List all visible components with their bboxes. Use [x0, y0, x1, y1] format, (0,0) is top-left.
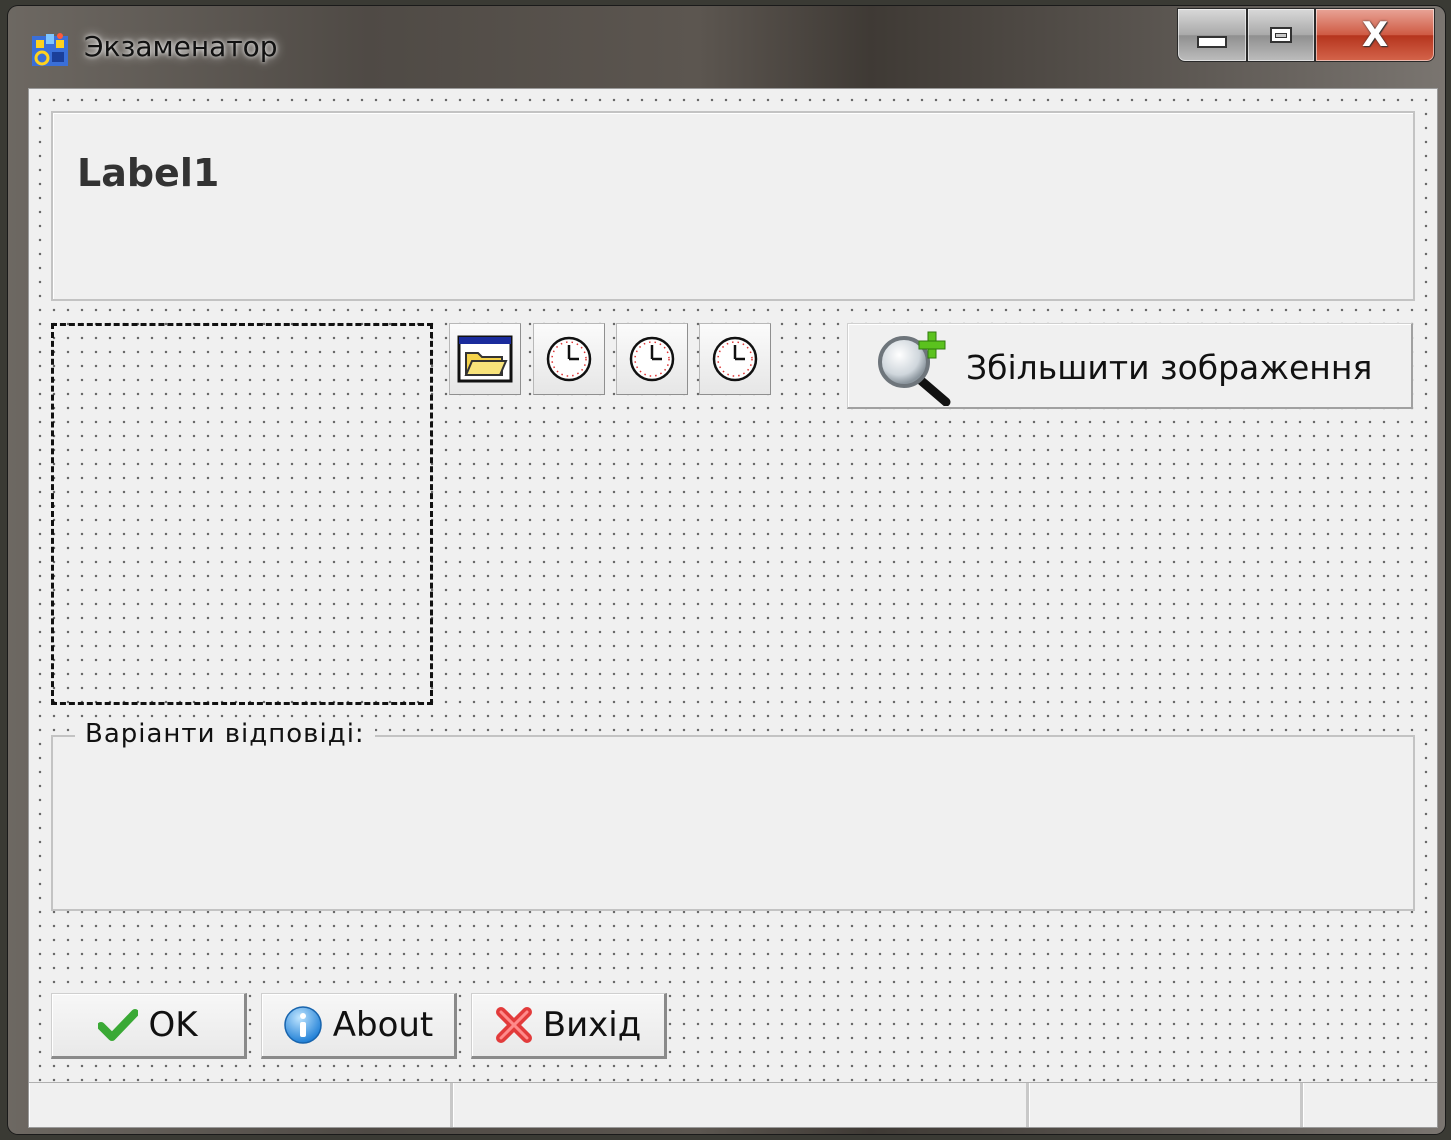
image-placeholder: [51, 323, 433, 705]
answers-groupbox: Варіанти відповіді:: [51, 719, 1415, 911]
window-title: Экзаменатор: [84, 30, 278, 63]
timer-button-2[interactable]: [616, 323, 688, 395]
status-panel-1: [29, 1083, 453, 1127]
minimize-icon: [1197, 36, 1227, 48]
header-panel: Label1: [51, 111, 1415, 301]
timer-button-3[interactable]: [699, 323, 771, 395]
clock-icon: [629, 336, 675, 382]
close-button[interactable]: X: [1315, 8, 1435, 62]
app-icon: [32, 33, 68, 66]
question-label: Label1: [77, 151, 220, 195]
exit-button-label: Вихід: [542, 1005, 642, 1045]
ok-button-label: OK: [148, 1005, 198, 1045]
answers-legend: Варіанти відповіді:: [75, 719, 375, 749]
title-bar[interactable]: Экзаменатор X: [8, 6, 1445, 84]
about-button[interactable]: About: [261, 993, 457, 1059]
status-panel-4: [1303, 1083, 1437, 1127]
open-button[interactable]: [449, 323, 521, 395]
open-folder-icon: [457, 335, 513, 383]
exit-button[interactable]: Вихід: [471, 993, 667, 1059]
checkmark-icon: [98, 1009, 139, 1041]
form-client-area: Label1 Збільшити зображення Варіанти від…: [28, 88, 1438, 1128]
maximize-icon: [1270, 27, 1292, 43]
clock-icon: [712, 336, 758, 382]
timer-button-1[interactable]: [533, 323, 605, 395]
clock-icon: [546, 336, 592, 382]
status-panel-2: [453, 1083, 1029, 1127]
maximize-button[interactable]: [1247, 8, 1315, 62]
ok-button[interactable]: OK: [51, 993, 247, 1059]
zoom-image-button[interactable]: Збільшити зображення: [847, 323, 1413, 409]
zoom-in-icon: [878, 331, 951, 406]
zoom-button-label: Збільшити зображення: [966, 348, 1373, 387]
close-x-icon: [495, 1007, 532, 1043]
info-icon: [283, 1006, 322, 1044]
app-window: Экзаменатор X Label1 Збільшити зображенн…: [8, 6, 1445, 1134]
window-controls: X: [1177, 8, 1435, 62]
minimize-button[interactable]: [1177, 8, 1247, 62]
close-icon: X: [1361, 15, 1389, 55]
status-panel-3: [1029, 1083, 1303, 1127]
about-button-label: About: [332, 1005, 434, 1045]
status-bar: [29, 1082, 1437, 1127]
